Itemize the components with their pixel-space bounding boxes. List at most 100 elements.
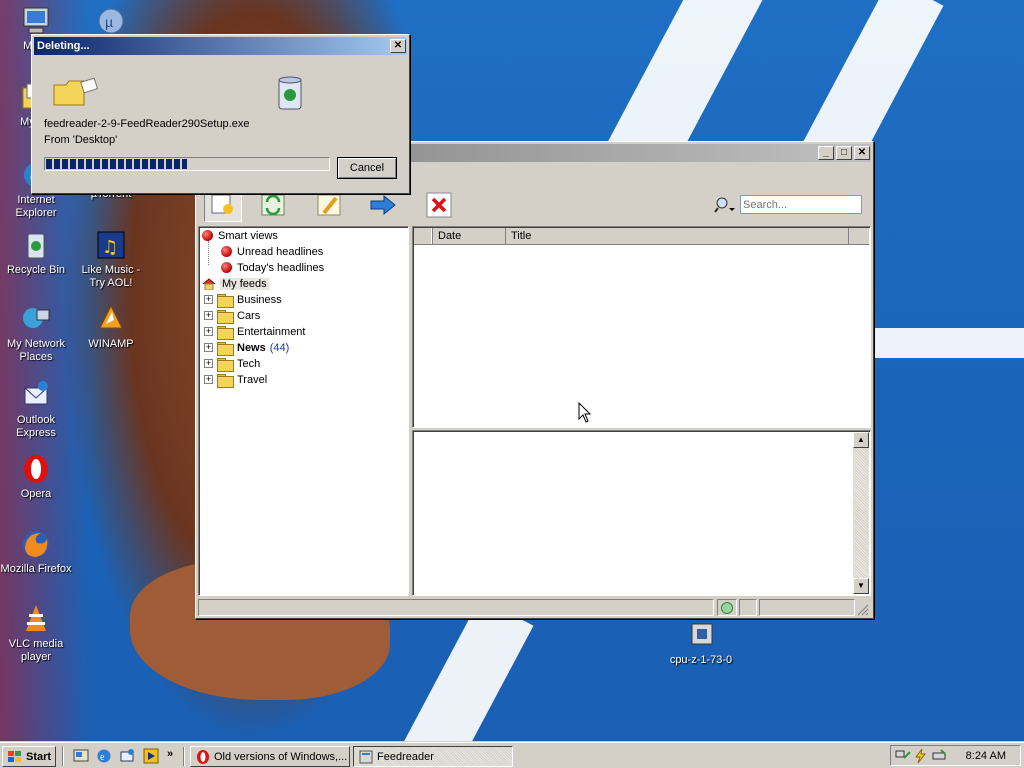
start-button[interactable]: Start (2, 746, 56, 767)
vertical-scrollbar[interactable]: ▲ ▼ (853, 432, 869, 594)
outlook-express-icon (24, 381, 48, 405)
windows-logo-icon (8, 750, 21, 762)
close-button[interactable]: ✕ (854, 146, 870, 160)
status-panel-main (198, 599, 714, 616)
folder-icon (217, 341, 234, 356)
tree-smart-views[interactable]: Smart views (202, 228, 278, 243)
search-icon[interactable] (714, 196, 736, 214)
expand-icon[interactable]: + (204, 359, 213, 368)
resize-grip-icon[interactable] (857, 604, 869, 616)
desktop-icon-outlook-express[interactable]: Outlook Express (0, 378, 72, 440)
tree-label: Cars (237, 309, 261, 322)
desktop-icon-cpu-z[interactable]: cpu-z-1-73-0 (665, 618, 737, 667)
tree-label: My feeds (220, 277, 269, 290)
desktop-icon-label: Opera (20, 488, 52, 500)
winamp-icon (99, 304, 123, 329)
desktop-icon-label: Like Music - Try AOL! (81, 264, 141, 289)
tree-folder-business[interactable]: + Business (204, 292, 282, 308)
delete-button[interactable] (422, 188, 456, 222)
column-header-title[interactable]: Title (507, 228, 849, 244)
tree-unread-headlines[interactable]: Unread headlines (221, 244, 323, 259)
desktop-icon-aol-music[interactable]: ♫ Like Music - Try AOL! (75, 228, 147, 290)
show-desktop-icon[interactable] (73, 748, 89, 764)
tree-folder-news[interactable]: + News (44) (204, 340, 289, 356)
task-label: Feedreader (377, 750, 434, 763)
outlook-quicklaunch-icon[interactable] (119, 748, 135, 764)
network-tray-icon[interactable] (895, 748, 911, 764)
tree-label: News (237, 341, 266, 354)
aol-music-icon: ♫ (97, 231, 125, 259)
tree-folder-travel[interactable]: + Travel (204, 372, 268, 388)
desktop-icon-recycle-bin[interactable]: Recycle Bin (0, 228, 72, 277)
unread-icon (221, 246, 232, 257)
status-panel-small (739, 599, 757, 616)
taskbar-button-feedreader[interactable]: Feedreader (353, 746, 513, 767)
start-label: Start (26, 750, 52, 763)
tree-todays-headlines[interactable]: Today's headlines (221, 260, 324, 275)
tree-label: Smart views (218, 229, 278, 242)
arrow-right-icon (370, 194, 396, 216)
expand-icon[interactable]: + (204, 311, 213, 320)
clock[interactable]: 8:24 AM (966, 750, 1006, 762)
expand-icon[interactable]: + (204, 327, 213, 336)
folder-icon (217, 357, 234, 372)
progress-bar (44, 157, 330, 171)
delete-x-icon (426, 192, 452, 218)
media-player-quicklaunch-icon[interactable] (143, 748, 159, 764)
deleting-filename: feedreader-2-9-FeedReader290Setup.exe (44, 118, 250, 130)
tree-label: Tech (237, 357, 261, 370)
feedreader-task-icon (359, 750, 373, 763)
scroll-down-button[interactable]: ▼ (853, 578, 869, 594)
svg-text:♫: ♫ (102, 237, 118, 258)
task-label: Old versions of Windows,... (214, 750, 348, 763)
tree-folder-cars[interactable]: + Cars (204, 308, 261, 324)
desktop-icon-vlc[interactable]: VLC media player (0, 602, 72, 664)
power-tray-icon[interactable] (913, 748, 929, 764)
desktop-icon-label: WINAMP (88, 338, 134, 350)
expand-icon[interactable]: + (204, 375, 213, 384)
my-computer-icon (23, 7, 49, 34)
expand-icon[interactable]: + (204, 343, 213, 352)
source-folder-icon (53, 77, 99, 106)
progress-fill (46, 159, 187, 169)
tree-my-feeds[interactable]: My feeds (202, 276, 269, 291)
minimize-button[interactable]: _ (818, 146, 834, 160)
cpu-z-icon (691, 623, 713, 645)
tree-folder-entertainment[interactable]: + Entertainment (204, 324, 306, 340)
tree-label: Entertainment (237, 325, 306, 338)
desktop-icon-label: My Network Places (6, 338, 66, 363)
quick-launch-overflow-icon[interactable]: » (167, 748, 173, 760)
column-header-date[interactable]: Date (434, 228, 506, 244)
expand-icon[interactable]: + (204, 295, 213, 304)
deleting-dialog: Deleting... ✕ feedreader-2-9-FeedReader2… (31, 34, 410, 194)
dialog-close-button[interactable]: ✕ (390, 39, 406, 53)
taskbar-button-opera[interactable]: Old versions of Windows,... (190, 746, 350, 767)
search-input[interactable] (740, 195, 862, 214)
status-bar (198, 599, 871, 617)
status-panel-right (759, 599, 855, 616)
tree-folder-tech[interactable]: + Tech (204, 356, 261, 372)
dialog-title: Deleting... (37, 40, 90, 52)
svg-text:µ: µ (105, 14, 113, 30)
network-places-icon (23, 308, 50, 328)
cancel-button[interactable]: Cancel (337, 157, 397, 179)
opera-icon (24, 455, 48, 483)
refresh-icon (261, 194, 285, 216)
desktop-icon-firefox[interactable]: Mozilla Firefox (0, 527, 72, 576)
column-spacer (414, 228, 433, 244)
desktop-icon-winamp[interactable]: WINAMP (75, 302, 147, 351)
internet-explorer-quicklaunch-icon[interactable]: e (96, 748, 112, 764)
scroll-up-button[interactable]: ▲ (853, 432, 869, 448)
tree-label: Travel (237, 373, 268, 386)
utorrent-icon: µ (98, 8, 124, 34)
dialog-titlebar[interactable]: Deleting... ✕ (34, 37, 407, 55)
system-tray: 8:24 AM (890, 745, 1021, 766)
folder-icon (217, 309, 234, 324)
deleting-source: From 'Desktop' (44, 134, 118, 146)
desktop-icon-opera[interactable]: Opera (0, 452, 72, 501)
headline-list: Date Title (412, 226, 871, 428)
safely-remove-tray-icon[interactable] (931, 748, 947, 764)
desktop-icon-network-places[interactable]: My Network Places (0, 302, 72, 364)
maximize-button[interactable]: □ (836, 146, 852, 160)
tree-label: Unread headlines (237, 245, 324, 258)
